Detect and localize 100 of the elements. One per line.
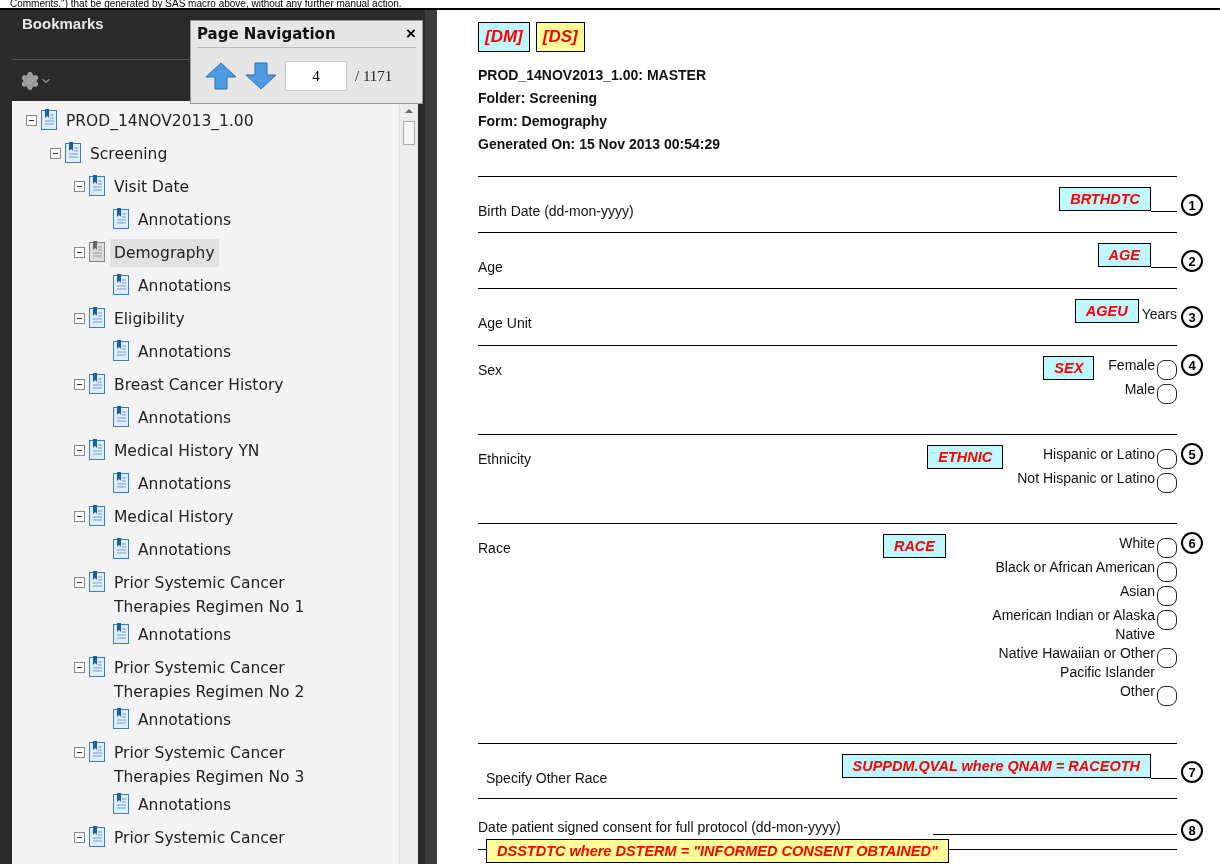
collapse-toggle[interactable] [74, 379, 85, 390]
bookmark-page-icon [113, 406, 130, 428]
radio-button[interactable] [1157, 648, 1177, 668]
bookmark-item[interactable]: Annotations [134, 206, 236, 234]
close-button[interactable]: × [406, 24, 416, 44]
option-label: Hispanic or Latino [1042, 445, 1155, 464]
bookmark-page-icon [89, 241, 106, 263]
option-label: Native Hawaiian or Other Pacific Islander [997, 644, 1155, 682]
bookmark-item[interactable]: Visit Date [110, 173, 193, 201]
radio-button[interactable] [1157, 586, 1177, 606]
radio-button[interactable] [1157, 449, 1177, 469]
unit-text: Years [1141, 305, 1177, 324]
bookmark-page-icon [113, 274, 130, 296]
bookmark-page-icon [89, 571, 106, 593]
bookmark-item[interactable]: Prior Systemic Cancer Therapies Regimen No 1 [110, 569, 348, 621]
bookmark-item[interactable]: Annotations [134, 536, 236, 564]
bookmark-item[interactable]: Prior Systemic Cancer Therapies Regimen No 3 [110, 739, 348, 791]
bookmark-item[interactable]: Medical History [110, 503, 238, 531]
bookmark-page-icon [89, 439, 106, 461]
bookmark-item[interactable]: Annotations [134, 621, 236, 649]
number-badge: 6 [1181, 532, 1203, 554]
bookmark-page-icon [89, 175, 106, 197]
number-badge: 2 [1181, 250, 1203, 272]
collapse-toggle[interactable] [50, 148, 61, 159]
bookmark-page-icon [113, 340, 130, 362]
radio-button[interactable] [1157, 538, 1177, 558]
bookmark-item[interactable]: Breast Cancer History [110, 371, 288, 399]
up-arrow-icon[interactable] [205, 62, 237, 90]
page-number-field[interactable]: 4 [285, 61, 347, 91]
option-label: Not Hispanic or Latino [1017, 469, 1155, 488]
bookmark-item[interactable]: Screening [86, 140, 172, 168]
bookmark-item[interactable]: Annotations [134, 338, 236, 366]
collapse-toggle[interactable] [26, 115, 37, 126]
number-badge: 4 [1181, 354, 1203, 376]
radio-button[interactable] [1157, 610, 1177, 630]
collapse-toggle[interactable] [74, 445, 85, 456]
bookmark-item[interactable]: Annotations [134, 404, 236, 432]
number-badge: 1 [1181, 194, 1203, 216]
bookmark-item[interactable]: Medical History YN [110, 437, 264, 465]
annotation-label: AGEU [1074, 299, 1139, 323]
bookmark-page-icon [113, 472, 130, 494]
bookmark-page-icon [89, 741, 106, 763]
bookmark-item[interactable]: PROD_14NOV2013_1.00 [62, 107, 258, 135]
page-count: / 1171 [355, 67, 393, 85]
bookmark-page-icon [89, 656, 106, 678]
collapse-toggle[interactable] [74, 511, 85, 522]
form-info: Form: Demography [478, 112, 609, 131]
bookmark-item[interactable]: Prior Systemic Cancer [110, 824, 289, 852]
down-arrow-icon[interactable] [245, 62, 277, 90]
question-label: Birth Date (dd-mon-yyyy) [478, 203, 634, 219]
collapse-toggle[interactable] [74, 832, 85, 843]
bookmark-page-icon [89, 505, 106, 527]
bookmark-item[interactable]: Annotations [134, 791, 236, 819]
scrollbar-thumb[interactable] [403, 121, 415, 145]
bookmark-item[interactable]: Demography [110, 239, 219, 267]
option-label: Female [1108, 356, 1155, 375]
bookmark-item[interactable]: Eligibility [110, 305, 189, 333]
collapse-toggle[interactable] [74, 247, 85, 258]
collapse-toggle[interactable] [74, 577, 85, 588]
option-label: Asian [1119, 582, 1155, 601]
form-info: Folder: Screening [478, 89, 599, 108]
radio-button[interactable] [1157, 473, 1177, 493]
annotation-label: RACE [882, 534, 946, 558]
collapse-toggle[interactable] [74, 662, 85, 673]
scrollbar[interactable] [399, 101, 418, 864]
question-label: Age Unit [478, 315, 532, 331]
annotation-label: ETHNIC [927, 445, 1004, 469]
question-label: Ethnicity [478, 451, 531, 467]
question-label: Specify Other Race [485, 770, 608, 786]
annotation-label: SUPPDM.QVAL where QNAM = RACEOTH [841, 754, 1151, 778]
annotation-label: BRTHDTC [1059, 187, 1151, 211]
radio-button[interactable] [1157, 384, 1177, 404]
bookmark-item[interactable]: Annotations [134, 272, 236, 300]
number-badge: 8 [1181, 819, 1203, 841]
question-label: Date patient signed consent for full protocol (dd-mon-yyyy) [478, 819, 841, 835]
option-label: Other [1120, 682, 1155, 701]
collapse-toggle[interactable] [74, 313, 85, 324]
bookmark-item[interactable]: Annotations [134, 470, 236, 498]
bookmark-page-icon [89, 826, 106, 848]
annotation-label: DSSTDTC where DSTERM = "INFORMED CONSENT OBTAINED" [486, 839, 949, 863]
bookmark-page-icon [65, 142, 82, 164]
form-info: PROD_14NOV2013_1.00: MASTER [478, 66, 707, 85]
collapse-toggle[interactable] [74, 747, 85, 758]
bookmark-page-icon [89, 307, 106, 329]
radio-button[interactable] [1157, 562, 1177, 582]
bookmark-page-icon [41, 109, 58, 131]
bookmark-page-icon [113, 538, 130, 560]
option-label: White [1119, 534, 1155, 553]
number-badge: 3 [1181, 306, 1203, 328]
collapse-toggle[interactable] [74, 181, 85, 192]
bookmark-item[interactable]: Annotations [134, 706, 236, 734]
bookmark-item[interactable]: Prior Systemic Cancer Therapies Regimen No 2 [110, 654, 348, 706]
option-label: Black or African American [995, 558, 1155, 577]
settings-icon[interactable] [20, 70, 52, 91]
question-label: Race [478, 540, 511, 556]
radio-button[interactable] [1157, 686, 1177, 706]
bookmark-page-icon [113, 793, 130, 815]
bookmark-page-icon [113, 708, 130, 730]
annotation-label: AGE [1097, 243, 1151, 267]
radio-button[interactable] [1157, 360, 1177, 380]
